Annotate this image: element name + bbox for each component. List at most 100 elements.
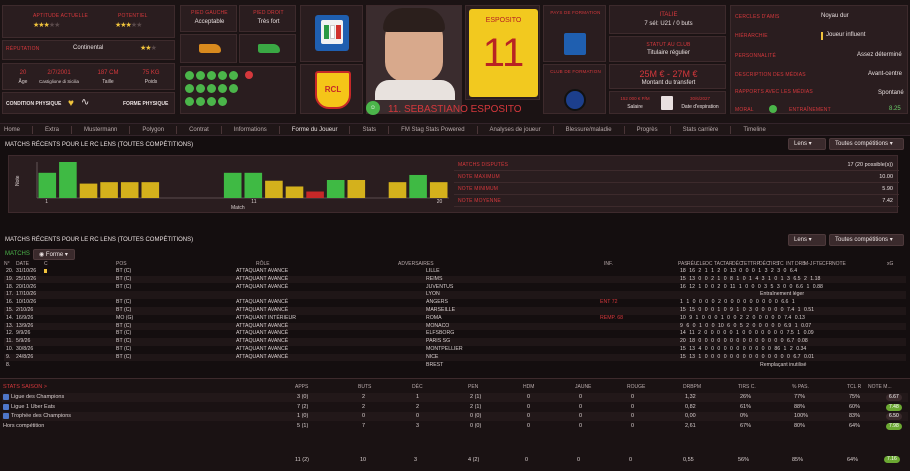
column-header[interactable]: xG xyxy=(887,261,893,267)
column-header[interactable]: TC xyxy=(777,261,784,267)
tab-home[interactable]: Home xyxy=(4,127,20,133)
season-column-header[interactable]: TIRS C. xyxy=(738,384,756,390)
season-column-header[interactable]: TCL R xyxy=(847,384,861,390)
column-header[interactable]: NOTE xyxy=(832,261,846,267)
column-header[interactable]: ADVERSAIRES xyxy=(398,261,434,267)
tab-stats[interactable]: Stats xyxy=(362,127,376,133)
tab-informations[interactable]: Informations xyxy=(234,127,267,133)
table-row[interactable]: 13. 13/9/26 BT (C) ATTAQUANT AVANCÉ MONACO 9 … xyxy=(4,322,906,331)
table-row[interactable]: 15. 2/10/26 BT (C) ATTAQUANT AVANCÉ MARSEILL… xyxy=(4,307,906,315)
table-row[interactable]: 17. 17/10/26 LYON Entraînement léger xyxy=(4,291,906,299)
season-row[interactable]: Ligue 1 Uber Eats 7 (2) 2 2 2 (1) 0 0 0 0,82 61% 8… xyxy=(2,403,908,412)
table-row[interactable]: 19. 25/10/26 BT (C) ATTAQUANT AVANCÉ REIMS 15… xyxy=(4,275,906,284)
nation-name[interactable]: ITALIE xyxy=(610,12,727,18)
table-row[interactable]: 12. 9/9/26 BT (C) ATTAQUANT AVANCÉ ELFSBORG 1… xyxy=(4,330,906,338)
season-column-header[interactable]: ROUGE xyxy=(627,384,645,390)
player-status-icon[interactable]: ☺ xyxy=(366,101,380,115)
season-total-value: 0,55 xyxy=(683,457,694,463)
season-column-header[interactable]: PEN xyxy=(468,384,478,390)
table-row[interactable]: 10. 30/8/26 BT (C) ATTAQUANT AVANCÉ MONTPELL… xyxy=(4,346,906,354)
season-value: 75% xyxy=(849,394,861,400)
tab-blessure-maladie[interactable]: Blessure/maladie xyxy=(566,127,612,133)
season-value: 67% xyxy=(740,422,752,429)
match-opponent: BREST xyxy=(426,361,444,368)
transfer-label: Montant du transfert xyxy=(641,80,696,86)
table-row[interactable]: 20. 31/10/26 BT (C) ATTAQUANT AVANCÉ LILLE 18… xyxy=(4,268,906,276)
season-value: 0 xyxy=(579,394,583,400)
season-column-header[interactable]: DRBPM xyxy=(683,384,701,390)
club-badge-panel[interactable]: RCL xyxy=(300,64,363,114)
season-row[interactable]: Hors compétition 5 (1) 7 3 0 (0) 0 0 0 2,61 67% 80… xyxy=(2,422,908,431)
season-column-header[interactable]: BUTS xyxy=(358,384,371,390)
club-filter-dropdown[interactable]: Lens ▾ xyxy=(788,138,826,150)
season-column-header[interactable]: JAUNE xyxy=(575,384,591,390)
competition-name[interactable]: Trophée des Champions xyxy=(11,413,71,419)
expiry-label: Date d'expiration xyxy=(681,104,719,110)
tab-mustermann[interactable]: Mustermann xyxy=(84,127,117,133)
player-portrait xyxy=(366,5,462,114)
column-header[interactable]: N° xyxy=(4,261,10,267)
column-header[interactable]: INF. xyxy=(604,261,613,267)
form-stat-row: NOTE MAXIMUM 10.00 xyxy=(454,171,899,183)
tab-progr-s[interactable]: Progrès xyxy=(637,127,658,133)
column-header[interactable]: POS xyxy=(116,261,127,267)
table-row[interactable]: 18. 20/10/26 BT (C) ATTAQUANT AVANCÉ JUVENTU… xyxy=(4,284,906,292)
season-value: 0 (0) xyxy=(470,413,482,419)
tab-analyses-de-joueur[interactable]: Analyses de joueur xyxy=(490,127,541,133)
trophy-icon xyxy=(3,413,9,419)
training-value: 8.25 xyxy=(889,106,901,112)
birth-nation-panel: PAYS DE FORMATION xyxy=(543,5,606,62)
season-column-header[interactable]: DÉC xyxy=(412,384,423,390)
column-header[interactable]: CFR xyxy=(822,261,832,267)
nation-flag-panel[interactable] xyxy=(300,5,363,62)
competition-filter-dropdown[interactable]: Toutes compétitions ▾ xyxy=(829,138,904,150)
traits-panel xyxy=(180,66,296,114)
matches-tab[interactable]: MATCHS xyxy=(5,251,30,257)
shirt xyxy=(375,80,455,100)
table-row[interactable]: 14. 16/9/26 MO (G) ATTAQUANT INTÉRIEUR ROMA R… xyxy=(4,315,906,323)
tab-timeline[interactable]: Timeline xyxy=(743,127,765,133)
tab-fm-stag-stats-powered[interactable]: FM Stag Stats Powered xyxy=(401,127,464,133)
competition-name[interactable]: Ligue des Champions xyxy=(11,394,64,400)
tab-forme-du-joueur[interactable]: Forme du Joueur xyxy=(292,127,338,133)
birth-nation-label: PAYS DE FORMATION xyxy=(550,10,601,15)
season-row[interactable]: Ligue des Champions 3 (0) 2 1 2 (1) 0 0 0 1,32 26… xyxy=(2,393,908,402)
match-number: 16. xyxy=(6,299,14,306)
tab-polygon[interactable]: Polygon xyxy=(142,127,164,133)
season-row[interactable]: Trophée des Champions 1 (0) 0 0 0 (0) 0 0 0 0,00… xyxy=(2,412,908,421)
media-label: DESCRIPTION DES MÉDIAS xyxy=(735,72,806,78)
season-column-header[interactable]: % PAS. xyxy=(792,384,809,390)
current-ability-label: APTITUDE ACTUELLE xyxy=(33,13,89,19)
matches-table: 20. 31/10/26 BT (C) ATTAQUANT AVANCÉ LILLE 18… xyxy=(0,268,910,370)
competition-filter-dropdown-2[interactable]: Toutes compétitions ▾ xyxy=(829,234,904,246)
tab-extra[interactable]: Extra xyxy=(45,127,59,133)
table-row[interactable]: 16. 10/10/26 BT (C) ATTAQUANT AVANCÉ ANGERS E… xyxy=(4,299,906,307)
match-opponent: ROMA xyxy=(426,314,442,321)
column-header[interactable]: RÔLE xyxy=(256,261,270,267)
competition-name[interactable]: Hors compétition xyxy=(3,423,44,429)
nation-panel[interactable]: ITALIE 7 sél: U21 / 0 buts xyxy=(609,5,726,34)
trait-icon xyxy=(207,71,216,80)
table-row[interactable]: 8. BREST Remplaçant inutilisé xyxy=(4,362,906,370)
match-number: 12. xyxy=(6,330,14,337)
column-header[interactable]: M-J xyxy=(804,261,812,267)
table-row[interactable]: 9. 24/8/26 BT (C) ATTAQUANT AVANCÉ NICE 15 13… xyxy=(4,353,906,362)
season-column-header[interactable]: NOTE M... xyxy=(868,384,892,390)
tab-contrat[interactable]: Contrat xyxy=(189,127,209,133)
tab-stats-carri-re[interactable]: Stats carrière xyxy=(683,127,719,133)
table-row[interactable]: 11. 5/9/26 BT (C) ATTAQUANT AVANCÉ PARIS SG 2… xyxy=(4,338,906,346)
season-column-header[interactable]: APPS xyxy=(295,384,308,390)
form-filter-dropdown[interactable]: ◉ Forme ▾ xyxy=(33,249,75,260)
club-filter-dropdown-2[interactable]: Lens ▾ xyxy=(788,234,826,246)
season-column-header[interactable]: HDM xyxy=(523,384,534,390)
x-tick-label: 20 xyxy=(437,199,443,205)
season-total-value: 4 (2) xyxy=(468,457,480,463)
column-header[interactable]: OC xyxy=(705,261,713,267)
column-header[interactable]: INT xyxy=(786,261,794,267)
column-header[interactable]: DATE xyxy=(16,261,29,267)
column-header[interactable]: C xyxy=(44,261,48,267)
season-total-rating: 7.16 xyxy=(884,456,900,463)
match-date: 16/9/26 xyxy=(16,314,34,321)
pulse-icon: ∿ xyxy=(81,97,90,108)
competition-name[interactable]: Ligue 1 Uber Eats xyxy=(11,404,55,410)
